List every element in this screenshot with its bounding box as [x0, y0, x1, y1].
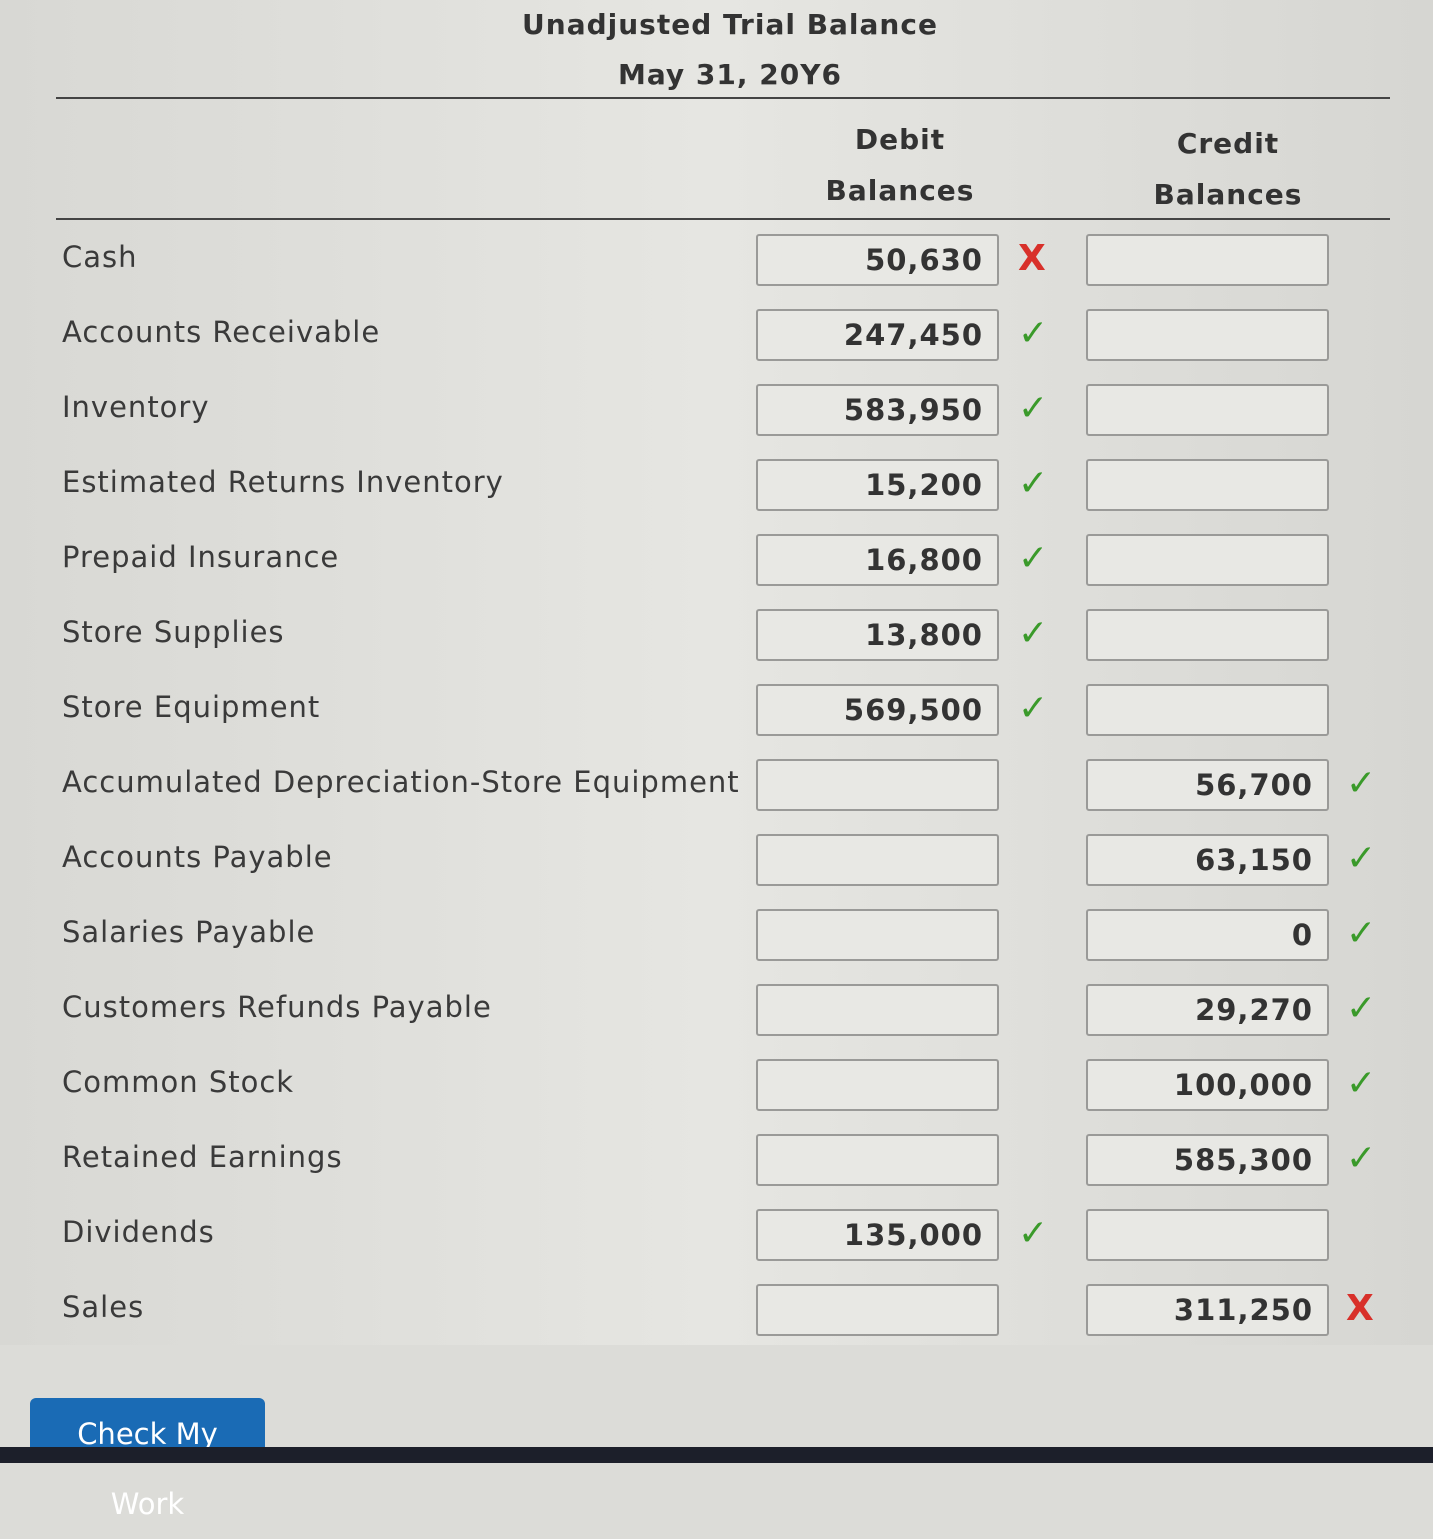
credit-input[interactable]: 56,700: [1086, 759, 1329, 811]
account-name: Customers Refunds Payable: [62, 990, 492, 1024]
check-icon: ✓: [1018, 538, 1049, 579]
credit-input[interactable]: [1086, 534, 1329, 586]
check-icon: ✓: [1018, 688, 1049, 729]
table-row: Salaries Payable 0 ✓: [56, 897, 1390, 972]
debit-header: Debit Balances: [770, 114, 1030, 216]
report-title: Unadjusted Trial Balance: [522, 8, 938, 41]
table-row: Accounts Receivable 247,450 ✓: [56, 297, 1390, 372]
account-name: Accounts Payable: [62, 840, 333, 874]
table-row: Retained Earnings 585,300 ✓: [56, 1122, 1390, 1197]
check-icon: ✓: [1018, 388, 1049, 429]
debit-input[interactable]: [756, 1284, 999, 1336]
debit-input[interactable]: [756, 909, 999, 961]
trial-balance-panel: Unadjusted Trial Balance May 31, 20Y6 De…: [0, 0, 1433, 1345]
account-name: Cash: [62, 240, 138, 274]
account-name: Salaries Payable: [62, 915, 316, 949]
account-name: Common Stock: [62, 1065, 295, 1099]
credit-input[interactable]: [1086, 384, 1329, 436]
credit-header-line1: Credit: [1176, 127, 1280, 160]
debit-input[interactable]: 16,800: [756, 534, 999, 586]
table-row: Sales 311,250 X: [56, 1272, 1390, 1347]
table-row: Accumulated Depreciation-Store Equipment…: [56, 747, 1390, 822]
table-row: Estimated Returns Inventory 15,200 ✓: [56, 447, 1390, 522]
credit-input[interactable]: [1086, 1209, 1329, 1261]
account-name: Accumulated Depreciation-Store Equipment: [62, 765, 740, 799]
x-icon: X: [1018, 238, 1046, 279]
table-row: Prepaid Insurance 16,800 ✓: [56, 522, 1390, 597]
account-name: Prepaid Insurance: [62, 540, 340, 574]
debit-input[interactable]: [756, 1059, 999, 1111]
debit-input[interactable]: [756, 1134, 999, 1186]
table-row: Store Supplies 13,800 ✓: [56, 597, 1390, 672]
taskbar: [0, 1447, 1433, 1463]
check-icon: ✓: [1346, 1063, 1377, 1104]
check-icon: ✓: [1018, 613, 1049, 654]
debit-input[interactable]: 15,200: [756, 459, 999, 511]
table-row: Common Stock 100,000 ✓: [56, 1047, 1390, 1122]
check-icon: ✓: [1346, 838, 1377, 879]
account-name: Accounts Receivable: [62, 315, 381, 349]
check-icon: ✓: [1346, 763, 1377, 804]
credit-header-line2: Balances: [1153, 178, 1303, 211]
credit-input[interactable]: 29,270: [1086, 984, 1329, 1036]
credit-input[interactable]: 100,000: [1086, 1059, 1329, 1111]
divider: [56, 218, 1390, 220]
debit-input[interactable]: 50,630: [756, 234, 999, 286]
debit-input[interactable]: 583,950: [756, 384, 999, 436]
credit-input[interactable]: 0: [1086, 909, 1329, 961]
check-icon: ✓: [1018, 1213, 1049, 1254]
credit-input[interactable]: [1086, 459, 1329, 511]
divider: [56, 97, 1390, 99]
check-icon: ✓: [1018, 313, 1049, 354]
check-icon: ✓: [1346, 913, 1377, 954]
report-date: May 31, 20Y6: [618, 58, 842, 91]
credit-input[interactable]: 63,150: [1086, 834, 1329, 886]
account-name: Retained Earnings: [62, 1140, 343, 1174]
account-name: Sales: [62, 1290, 145, 1324]
debit-header-line1: Debit: [854, 123, 946, 156]
account-name: Estimated Returns Inventory: [62, 465, 504, 499]
debit-input[interactable]: [756, 759, 999, 811]
table-row: Customers Refunds Payable 29,270 ✓: [56, 972, 1390, 1047]
debit-input[interactable]: 13,800: [756, 609, 999, 661]
table-row: Cash 50,630 X: [56, 222, 1390, 297]
table-row: Dividends 135,000 ✓: [56, 1197, 1390, 1272]
table-row: Store Equipment 569,500 ✓: [56, 672, 1390, 747]
debit-input[interactable]: [756, 834, 999, 886]
credit-header: Credit Balances: [1098, 118, 1358, 220]
debit-input[interactable]: [756, 984, 999, 1036]
check-icon: ✓: [1346, 1138, 1377, 1179]
check-icon: ✓: [1018, 463, 1049, 504]
debit-input[interactable]: 247,450: [756, 309, 999, 361]
debit-header-line2: Balances: [825, 174, 975, 207]
credit-input[interactable]: 311,250: [1086, 1284, 1329, 1336]
credit-input[interactable]: [1086, 684, 1329, 736]
account-name: Inventory: [62, 390, 210, 424]
debit-input[interactable]: 135,000: [756, 1209, 999, 1261]
check-icon: ✓: [1346, 988, 1377, 1029]
account-name: Dividends: [62, 1215, 215, 1249]
credit-input[interactable]: [1086, 309, 1329, 361]
x-icon: X: [1346, 1288, 1374, 1329]
table-row: Accounts Payable 63,150 ✓: [56, 822, 1390, 897]
table-row: Inventory 583,950 ✓: [56, 372, 1390, 447]
credit-input[interactable]: [1086, 234, 1329, 286]
credit-input[interactable]: 585,300: [1086, 1134, 1329, 1186]
credit-input[interactable]: [1086, 609, 1329, 661]
account-name: Store Equipment: [62, 690, 321, 724]
account-name: Store Supplies: [62, 615, 285, 649]
debit-input[interactable]: 569,500: [756, 684, 999, 736]
